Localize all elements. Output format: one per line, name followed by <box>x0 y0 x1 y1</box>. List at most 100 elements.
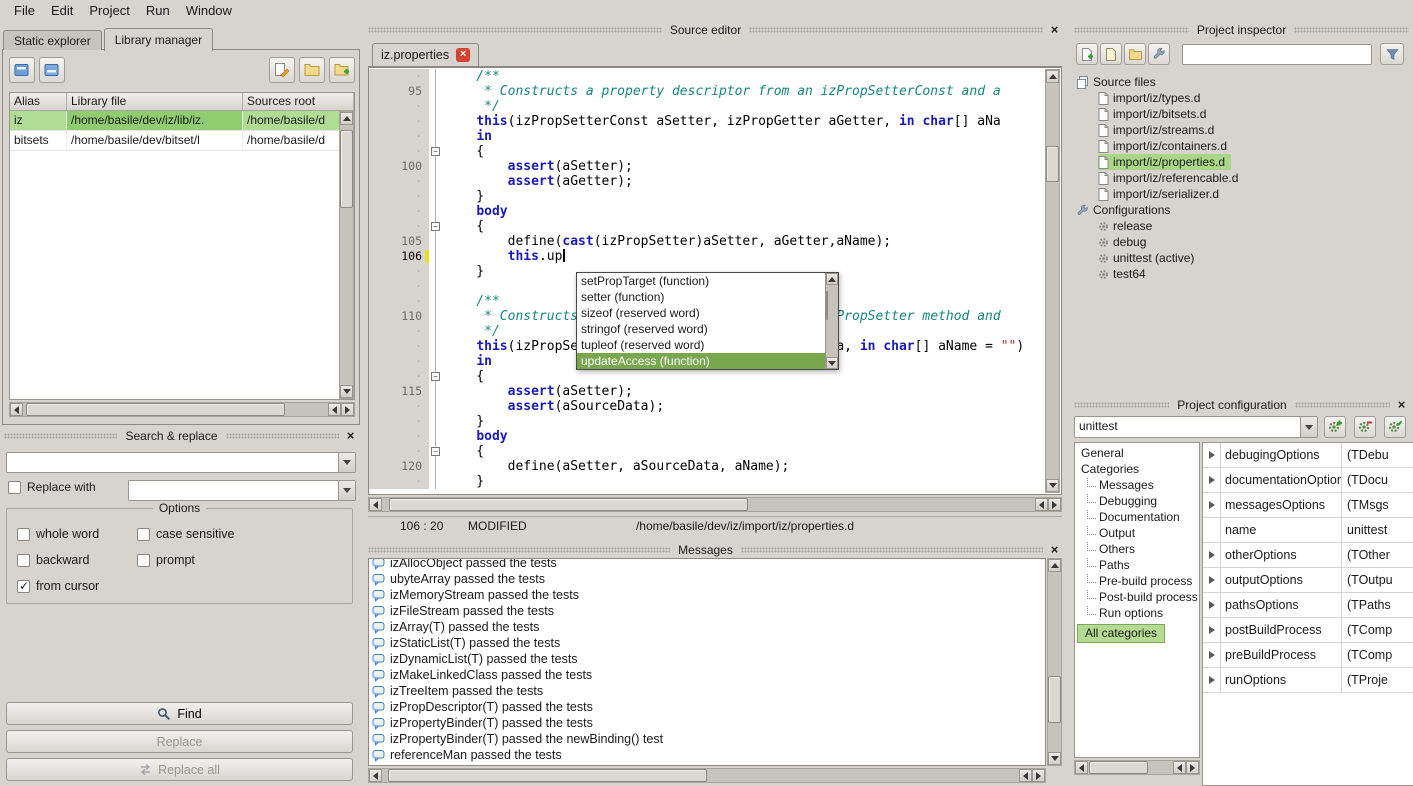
scroll-left-button[interactable] <box>1019 769 1032 782</box>
scrollbar-track[interactable] <box>340 125 353 385</box>
clone-configuration-button[interactable] <box>1384 416 1406 438</box>
messages-list[interactable]: izAllocObject passed the testsubyteArray… <box>368 558 1046 766</box>
add-source-button[interactable] <box>1076 43 1098 65</box>
expand-arrow-icon[interactable] <box>1203 468 1221 492</box>
source-line[interactable]: · this(izPropSetterConst aSetter, izProp… <box>369 114 1045 129</box>
remove-source-button[interactable] <box>1100 43 1122 65</box>
inspector-node-import-iz-properties-d[interactable]: import/iz/properties.d <box>1098 154 1231 170</box>
scroll-left-button[interactable] <box>369 769 382 782</box>
source-line[interactable]: 105 define(cast(izPropSetter)aSetter, aG… <box>369 234 1045 249</box>
property-name[interactable]: otherOptions <box>1221 543 1342 567</box>
property-value[interactable]: (TPaths <box>1342 593 1413 617</box>
fold-collapse-icon[interactable]: − <box>431 147 440 156</box>
column-header-sources-root[interactable]: Sources root <box>243 93 354 110</box>
tab-library-manager[interactable]: Library manager <box>104 28 213 51</box>
message-row[interactable]: izMakeLinkedClass passed the tests <box>369 667 1045 683</box>
remove-configuration-button[interactable] <box>1354 416 1376 438</box>
find-button[interactable]: Find <box>6 702 353 725</box>
scroll-left-button[interactable] <box>328 403 341 416</box>
option-case-sensitive[interactable]: case sensitive <box>137 527 346 541</box>
replace-all-button[interactable]: Replace all <box>6 758 353 781</box>
message-row[interactable]: izAllocObject passed the tests <box>369 558 1045 571</box>
remove-library-button[interactable] <box>39 57 65 83</box>
inspector-node-source-files[interactable]: Source files <box>1076 74 1162 90</box>
property-value[interactable]: (TComp <box>1342 643 1413 667</box>
category-messages[interactable]: Messages <box>1075 477 1199 493</box>
inspector-node-import-iz-containers-d[interactable]: import/iz/containers.d <box>1098 138 1233 154</box>
library-horizontal-scrollbar[interactable] <box>9 402 355 417</box>
checkbox[interactable] <box>137 528 150 541</box>
property-name[interactable]: messagesOptions <box>1221 493 1342 517</box>
completion-item[interactable]: stringof (reserved word) <box>577 321 825 337</box>
fold-collapse-icon[interactable]: − <box>431 222 440 231</box>
expand-arrow-icon[interactable] <box>1203 618 1221 642</box>
source-line[interactable]: 106 this.up <box>369 249 1045 264</box>
inspector-filter-input[interactable] <box>1182 44 1372 65</box>
inspector-tree[interactable]: Source filesimport/iz/types.dimport/iz/b… <box>1074 74 1409 389</box>
property-value[interactable]: (TOther <box>1342 543 1413 567</box>
scrollbar-thumb[interactable] <box>340 130 353 208</box>
source-line[interactable]: 115 assert(aSetter); <box>369 384 1045 399</box>
column-header-library-file[interactable]: Library file <box>67 93 243 110</box>
scrollbar-thumb[interactable] <box>1048 676 1061 723</box>
message-row[interactable]: izArray(T) passed the tests <box>369 619 1045 635</box>
completion-item[interactable]: updateAccess (function) <box>577 353 825 369</box>
scroll-right-button[interactable] <box>1048 498 1061 511</box>
scrollbar-thumb[interactable] <box>1089 761 1149 774</box>
library-file-cell[interactable]: /home/basile/dev/iz/lib/iz. <box>67 111 243 130</box>
property-name[interactable]: pathsOptions <box>1221 593 1342 617</box>
category-general[interactable]: General <box>1075 445 1199 461</box>
option-backward[interactable]: backward <box>17 553 137 567</box>
property-row-pathsoptions[interactable]: pathsOptions(TPaths <box>1203 593 1413 618</box>
message-row[interactable]: izPropertyBinder(T) passed the newBindin… <box>369 731 1045 747</box>
menu-run[interactable]: Run <box>138 2 178 19</box>
expand-arrow-icon[interactable] <box>1203 668 1221 692</box>
category-categories[interactable]: Categories <box>1075 461 1199 477</box>
message-row[interactable]: ubyteArray passed the tests <box>369 571 1045 587</box>
scrollbar-track[interactable] <box>1088 761 1173 774</box>
scroll-left-button[interactable] <box>10 403 23 416</box>
messages-horizontal-scrollbar[interactable] <box>368 768 1046 783</box>
library-row-iz[interactable]: iz/home/basile/dev/iz/lib/iz./home/basil… <box>10 111 354 131</box>
inspector-node-release[interactable]: release <box>1098 218 1158 234</box>
expand-arrow-icon[interactable] <box>1203 493 1221 517</box>
expand-arrow-icon[interactable] <box>1203 568 1221 592</box>
message-row[interactable]: izTreeItem passed the tests <box>369 683 1045 699</box>
inspector-node-configurations[interactable]: Configurations <box>1076 202 1176 218</box>
property-row-name[interactable]: nameunittest <box>1203 518 1413 543</box>
property-value[interactable]: (TDocu <box>1342 468 1413 492</box>
expand-arrow-icon[interactable] <box>1203 443 1221 467</box>
chevron-down-icon[interactable] <box>1300 417 1317 437</box>
add-folder-button[interactable] <box>1124 43 1146 65</box>
categories-horizontal-scrollbar[interactable] <box>1074 760 1200 775</box>
all-categories-button[interactable]: All categories <box>1077 624 1165 643</box>
add-library-button[interactable] <box>9 57 35 83</box>
source-line[interactable]: · in <box>369 129 1045 144</box>
inspector-node-debug[interactable]: debug <box>1098 234 1152 250</box>
add-configuration-button[interactable] <box>1324 416 1346 438</box>
source-line[interactable]: · assert(aSourceData); <box>369 399 1045 414</box>
property-name[interactable]: name <box>1221 518 1342 542</box>
replace-input[interactable] <box>128 480 356 501</box>
checkbox[interactable] <box>17 528 30 541</box>
message-row[interactable]: referenceMan passed the tests <box>369 747 1045 763</box>
source-line[interactable]: 120 define(aSetter, aSourceData, aName); <box>369 459 1045 474</box>
source-line[interactable]: 95 * Constructs a property descriptor fr… <box>369 84 1045 99</box>
property-row-otheroptions[interactable]: otherOptions(TOther <box>1203 543 1413 568</box>
code-editor[interactable]: · /**95 * Constructs a property descript… <box>368 67 1062 495</box>
checkbox[interactable] <box>137 554 150 567</box>
messages-vertical-scrollbar[interactable] <box>1047 558 1062 766</box>
inspector-node-import-iz-streams-d[interactable]: import/iz/streams.d <box>1098 122 1220 138</box>
tab-iz-properties[interactable]: iz.properties × <box>372 43 479 67</box>
inspector-filter-field[interactable] <box>1183 45 1371 64</box>
source-line[interactable]: ·− { <box>369 219 1045 234</box>
source-line[interactable]: · } <box>369 414 1045 429</box>
scroll-down-button[interactable] <box>826 357 838 369</box>
scroll-right-button[interactable] <box>1186 761 1199 774</box>
scrollbar-thumb[interactable] <box>826 291 828 320</box>
property-name[interactable]: documentationOptions <box>1221 468 1342 492</box>
scroll-right-button[interactable] <box>1032 769 1045 782</box>
inspector-node-import-iz-bitsets-d[interactable]: import/iz/bitsets.d <box>1098 106 1212 122</box>
source-line[interactable]: · } <box>369 474 1045 489</box>
filter-button[interactable] <box>1380 43 1404 65</box>
